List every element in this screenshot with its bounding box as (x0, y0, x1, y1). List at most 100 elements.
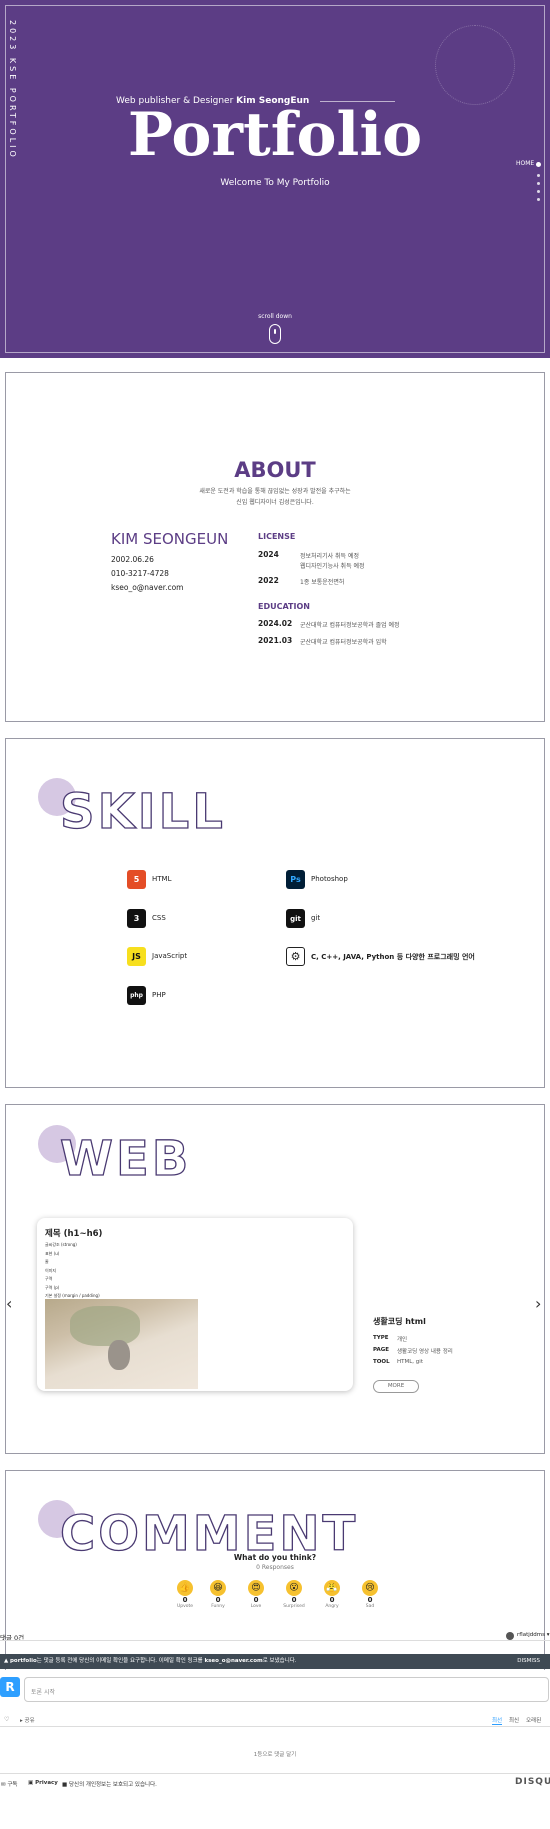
license-item: 웹디자인기능사 취득 예정 (300, 563, 365, 570)
education-title: EDUCATION (258, 602, 310, 611)
php-icon: php (127, 986, 146, 1005)
lock-icon: ■ (62, 1782, 68, 1788)
card-line: 표현 (u) (45, 1250, 60, 1256)
reaction-surprised[interactable]: 😮 0 Surprised (281, 1580, 307, 1609)
reaction-upvote[interactable]: 👍 0 Upvote (172, 1580, 198, 1609)
license-item: 정보처리기사 취득 예정 (300, 553, 360, 560)
subscribe-link[interactable]: ✉ 구독 (1, 1780, 17, 1788)
comment-heading: COMMENT (59, 1506, 359, 1562)
slider-prev-arrow[interactable]: ‹ (6, 1294, 12, 1313)
nav-dot[interactable] (537, 174, 540, 177)
reaction-label: Love (250, 1604, 262, 1609)
card-line: 글씨강조 (strong) (45, 1242, 77, 1247)
profile-email[interactable]: kseo_o@naver.com (111, 583, 184, 592)
skill-label: CSS (152, 914, 166, 922)
photo-pillow (70, 1306, 140, 1346)
reaction-label: Surprised (283, 1604, 305, 1609)
scroll-down-label: scroll down (258, 313, 292, 320)
education-date: 2024.02 (258, 619, 293, 628)
share-label: 공유 (24, 1718, 35, 1724)
about-heading: ABOUT (234, 458, 316, 482)
reaction-label: Angry (325, 1604, 339, 1609)
hero-section: 2023 KSE PORTFOLIO Web publisher & Desig… (0, 0, 550, 358)
nav-dot[interactable] (537, 198, 540, 201)
funny-emoji-icon: 😆 (210, 1580, 226, 1596)
more-button[interactable]: MORE (373, 1380, 419, 1393)
nav-dot[interactable] (537, 190, 540, 193)
meta-key: TYPE (373, 1335, 389, 1341)
project-title: 생활코딩 html (373, 1317, 426, 1326)
card-line: 줄 (45, 1259, 49, 1264)
profile-phone: 010-3217-4728 (111, 569, 169, 578)
html5-icon: 5 (127, 870, 146, 889)
mouse-scroll-icon[interactable] (269, 324, 281, 344)
share-button[interactable]: ▸ 공유 (20, 1716, 35, 1724)
reaction-count: 0 (329, 1596, 335, 1604)
license-year: 2022 (258, 576, 279, 585)
dismiss-button[interactable]: DISMISS (517, 1654, 540, 1669)
nav-dot-active[interactable] (536, 162, 541, 167)
meta-value: HTML, git (397, 1359, 423, 1365)
notice-site: portfolio (9, 1658, 37, 1664)
web-heading: WEB (59, 1131, 192, 1187)
meta-key: TOOL (373, 1359, 390, 1365)
welcome-text: Welcome To My Portfolio (220, 178, 330, 188)
user-avatar[interactable] (506, 1632, 514, 1640)
reaction-sad[interactable]: 😢 0 Sad (357, 1580, 383, 1609)
skill-label: JavaScript (152, 952, 188, 960)
reaction-count: 0 (215, 1596, 221, 1604)
about-section (5, 372, 545, 722)
privacy-link[interactable]: ▣ Privacy (28, 1780, 58, 1786)
about-intro-line2: 신입 웹디자이너 김성은입니다. (236, 499, 314, 506)
card-line: 이미지 (45, 1267, 57, 1273)
user-avatar-badge: R (0, 1677, 20, 1697)
education-item: 군산대학교 컴퓨터정보공학과 입학 (300, 639, 387, 646)
love-emoji-icon: 😍 (248, 1580, 264, 1596)
license-title: LICENSE (258, 532, 296, 541)
rotating-text-ring (435, 25, 515, 105)
reaction-funny[interactable]: 😆 0 Funny (205, 1580, 231, 1609)
reaction-label: Funny (211, 1604, 225, 1609)
reaction-count: 0 (253, 1596, 259, 1604)
license-year: 2024 (258, 550, 279, 559)
email-verify-notice: ▲ portfolio는 댓글 등록 전에 당신의 이메일 확인을 요구합니다.… (0, 1654, 550, 1669)
divider (0, 1640, 550, 1641)
slider-next-arrow[interactable]: › (535, 1294, 541, 1313)
card-title: 제목 (h1~h6) (45, 1229, 103, 1239)
notice-email[interactable]: kseo_o@naver.com (205, 1658, 263, 1664)
skill-label: git (311, 914, 321, 922)
comment-input[interactable]: 토론 시작 (24, 1677, 549, 1702)
skill-label: PHP (152, 991, 166, 999)
sort-old-tab[interactable]: 오래된 (526, 1716, 541, 1724)
reaction-count: 0 (291, 1596, 297, 1604)
subscribe-label: 구독 (7, 1782, 18, 1788)
reaction-angry[interactable]: 😤 0 Angry (319, 1580, 345, 1609)
privacy-note-text: 당신의 개인정보는 보호되고 있습니다. (68, 1782, 157, 1788)
disqus-logo[interactable]: DISQUS (515, 1777, 550, 1787)
education-item: 군산대학교 컴퓨터정보공학과 졸업 예정 (300, 622, 400, 629)
reaction-question: What do you think? (233, 1553, 317, 1562)
sort-best-tab[interactable]: 최선 (492, 1716, 503, 1725)
nav-dot[interactable] (537, 182, 540, 185)
card-content-list: 글씨강조 (strong) 표현 (u) 줄 이미지 구역 구역 (p) 기본 … (45, 1241, 100, 1301)
nav-home-link[interactable]: HOME (516, 160, 534, 167)
reaction-love[interactable]: 😍 0 Love (243, 1580, 269, 1609)
privacy-note[interactable]: ■ 당신의 개인정보는 보호되고 있습니다. (62, 1780, 157, 1788)
sort-new-tab[interactable]: 최신 (509, 1716, 519, 1724)
heart-icon[interactable]: ♡ (4, 1716, 9, 1723)
meta-value: 개인 (397, 1337, 408, 1343)
card-line: 구역 (p) (45, 1284, 60, 1290)
skill-label: C, C++, JAVA, Python 등 다양한 프로그래밍 언어 (311, 953, 475, 961)
warning-icon: ▲ (4, 1658, 9, 1664)
reaction-label: Upvote (176, 1604, 194, 1609)
about-intro-line1: 새로운 도전과 학습을 통해 끊임없는 성장과 발전을 추구하는 (199, 488, 351, 495)
reaction-label: Sad (365, 1604, 375, 1609)
javascript-icon: JS (127, 947, 146, 966)
git-icon: git (286, 909, 305, 928)
skill-label: Photoshop (311, 875, 348, 883)
notice-tail: 로 보냈습니다. (262, 1658, 297, 1664)
license-item: 1종 보통운전면허 (300, 579, 345, 586)
user-name[interactable]: rflatjddms ▾ (517, 1632, 550, 1638)
skill-heading: SKILL (59, 784, 226, 840)
surprised-emoji-icon: 😮 (286, 1580, 302, 1596)
